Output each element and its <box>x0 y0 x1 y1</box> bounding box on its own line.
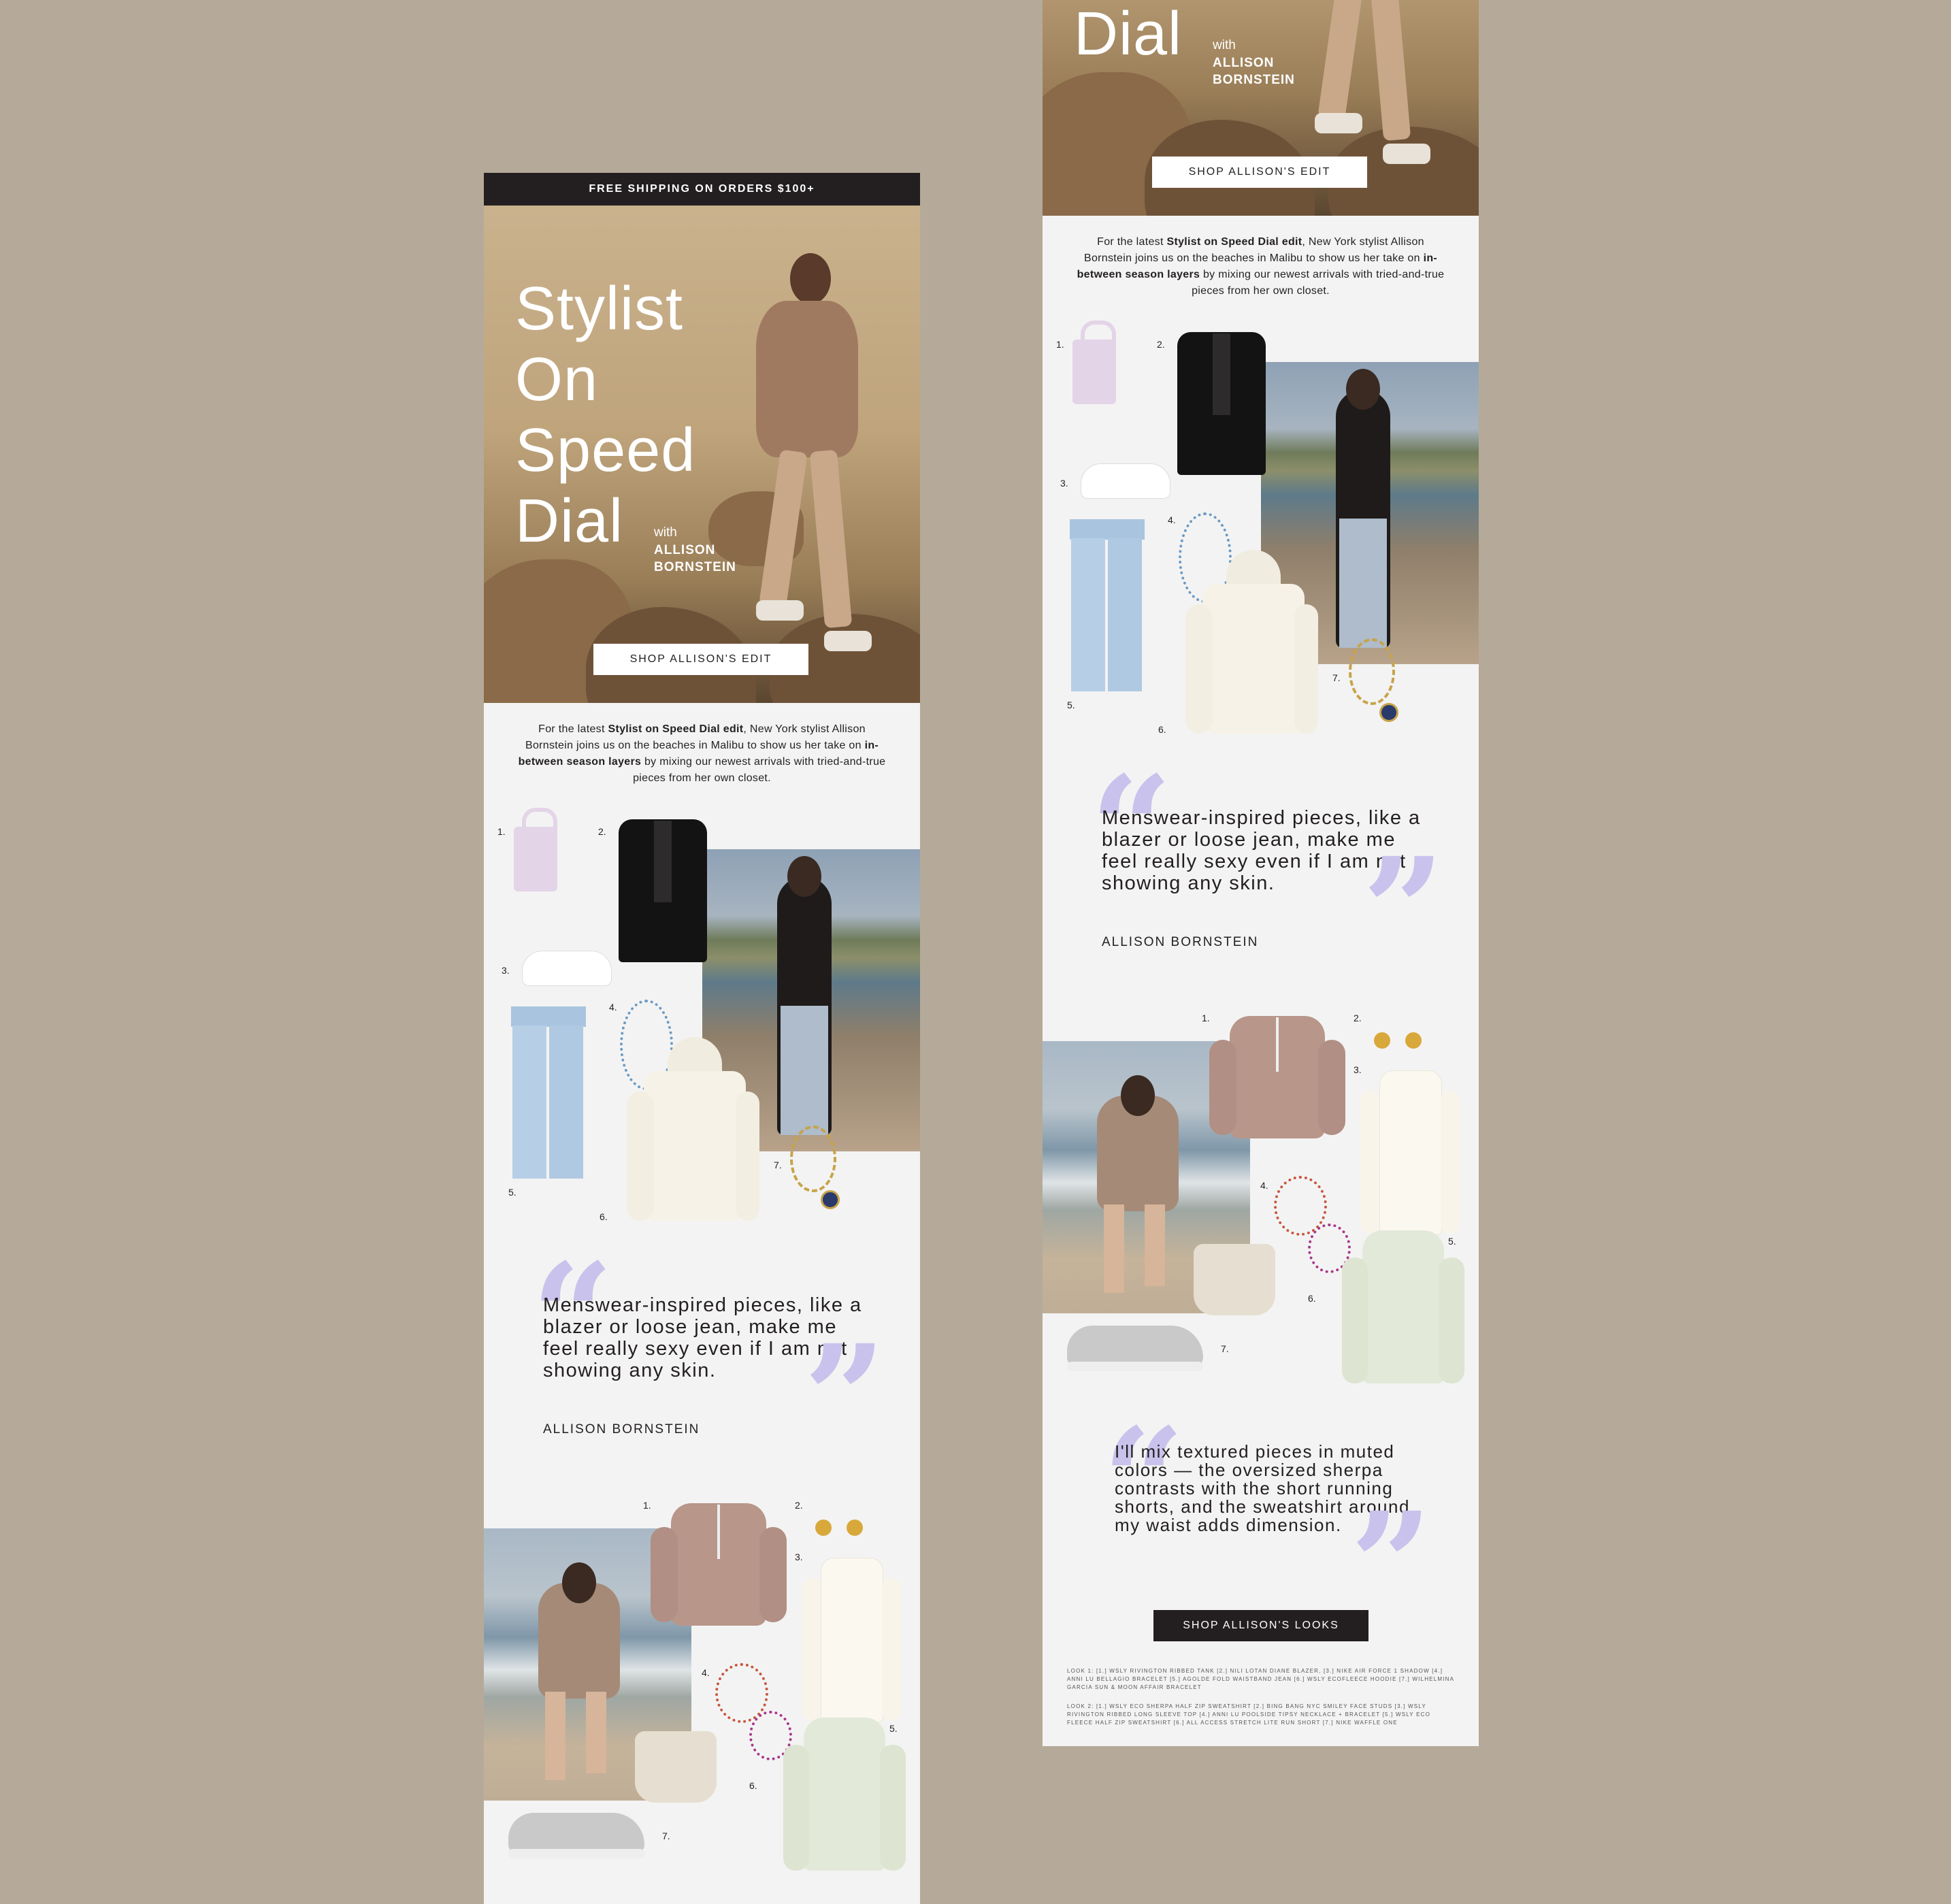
item-number: 6. <box>749 1780 757 1791</box>
email-preview-full: FREE SHIPPING ON ORDERS $100+ Stylist On… <box>484 173 920 1904</box>
item-number: 1. <box>497 826 506 837</box>
hero-image[interactable]: Stylist On Speed Dial with ALLISON BORNS… <box>484 206 920 703</box>
hoodie-image[interactable] <box>1185 550 1318 737</box>
ribbed-tank-image[interactable] <box>508 808 563 893</box>
blazer-image[interactable] <box>605 813 721 962</box>
intro-text: For the latest Stylist on Speed Dial edi… <box>1077 236 1445 297</box>
quote-1-author: ALLISON BORNSTEIN <box>1102 935 1259 949</box>
item-number: 7. <box>1332 672 1341 683</box>
fleece-half-zip-image[interactable] <box>1342 1230 1464 1388</box>
tipsy-necklace-bracelet-image[interactable] <box>1274 1176 1351 1278</box>
sneaker-image[interactable] <box>522 934 612 988</box>
sneaker-image[interactable] <box>1081 446 1170 501</box>
hero-name: ALLISON BORNSTEIN <box>654 543 736 574</box>
sherpa-half-zip-image[interactable] <box>1209 1009 1345 1145</box>
smiley-studs-image[interactable] <box>815 1516 870 1543</box>
hero-with: with <box>1213 38 1236 52</box>
model-figure <box>729 246 885 682</box>
hero-image-cropped[interactable]: Stylist On Speed Dial with ALLISON BORNS… <box>1043 0 1479 216</box>
shipping-banner[interactable]: FREE SHIPPING ON ORDERS $100+ <box>484 173 920 206</box>
item-number: 2. <box>1354 1013 1362 1023</box>
run-shorts-image[interactable] <box>1194 1244 1275 1319</box>
shop-edit-button[interactable]: SHOP ALLISON'S EDIT <box>593 644 808 675</box>
item-number: 5. <box>1067 700 1075 710</box>
item-number: 3. <box>1060 478 1068 489</box>
item-number: 1. <box>643 1500 651 1511</box>
smiley-studs-image[interactable] <box>1374 1029 1428 1056</box>
item-number: 4. <box>1260 1180 1268 1191</box>
item-number: 1. <box>1202 1013 1210 1023</box>
item-number: 5. <box>508 1187 517 1198</box>
email-preview-scrolled: Stylist On Speed Dial with ALLISON BORNS… <box>1043 0 1479 1746</box>
hoodie-image[interactable] <box>627 1037 759 1224</box>
close-quote-icon: ” <box>1350 1481 1432 1649</box>
item-number: 2. <box>795 1500 803 1511</box>
item-number: 6. <box>1308 1293 1316 1304</box>
item-number: 7. <box>662 1831 670 1841</box>
charm-bracelet-image[interactable] <box>1345 638 1400 727</box>
waffle-sneaker-image[interactable] <box>508 1803 644 1864</box>
blazer-image[interactable] <box>1164 325 1279 475</box>
run-shorts-image[interactable] <box>635 1731 717 1806</box>
ribbed-tank-image[interactable] <box>1067 321 1121 406</box>
item-number: 4. <box>1168 514 1176 525</box>
intro-text: For the latest Stylist on Speed Dial edi… <box>518 723 886 784</box>
fleece-half-zip-image[interactable] <box>783 1718 906 1875</box>
jeans-image[interactable] <box>504 1006 593 1180</box>
item-number: 3. <box>502 965 510 976</box>
ribbed-long-sleeve-image[interactable] <box>793 1558 909 1724</box>
hero-name: ALLISON BORNSTEIN <box>1213 56 1295 87</box>
tipsy-necklace-bracelet-image[interactable] <box>715 1663 792 1765</box>
quote-1-author: ALLISON BORNSTEIN <box>543 1422 700 1437</box>
item-number: 7. <box>1221 1343 1229 1354</box>
item-number: 6. <box>600 1211 608 1222</box>
close-quote-icon: ” <box>804 1313 886 1481</box>
shop-looks-button[interactable]: SHOP ALLISON'S LOOKS <box>1153 1610 1368 1641</box>
item-number: 1. <box>1056 339 1064 350</box>
ribbed-long-sleeve-image[interactable] <box>1352 1070 1468 1237</box>
shop-edit-button[interactable]: SHOP ALLISON'S EDIT <box>1152 157 1367 188</box>
hero-title: Stylist On Speed Dial <box>515 275 696 555</box>
look-2-credits: LOOK 2: [1.] WSLY ECO SHERPA HALF ZIP SW… <box>1067 1703 1431 1726</box>
waffle-sneaker-image[interactable] <box>1067 1315 1203 1377</box>
charm-bracelet-image[interactable] <box>787 1126 841 1214</box>
item-number: 4. <box>702 1667 710 1678</box>
item-number: 7. <box>774 1160 782 1170</box>
sherpa-half-zip-image[interactable] <box>651 1496 787 1632</box>
look-1-credits: LOOK 1: [1.] WSLY RIVINGTON RIBBED TANK … <box>1067 1668 1454 1690</box>
item-number: 6. <box>1158 724 1166 735</box>
close-quote-icon: ” <box>1362 826 1445 994</box>
item-number: 4. <box>609 1002 617 1013</box>
jeans-image[interactable] <box>1063 519 1151 693</box>
hero-with: with <box>654 525 677 540</box>
